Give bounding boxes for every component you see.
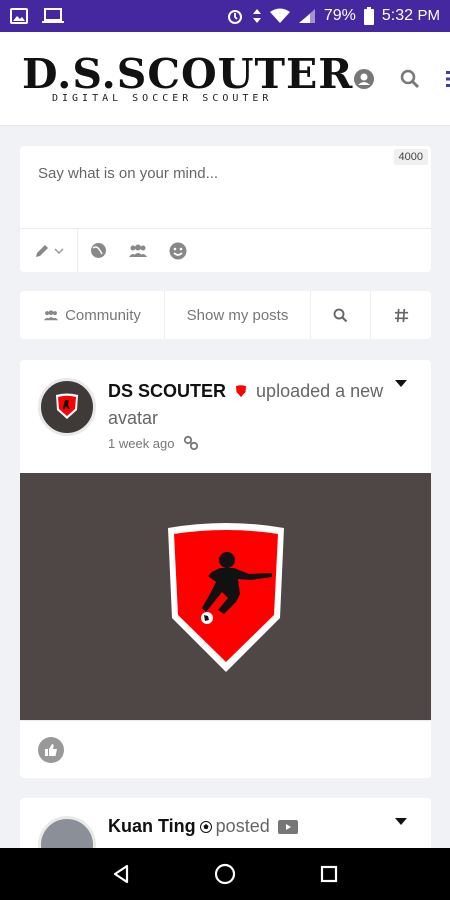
- show-my-posts-label: Show my posts: [186, 306, 289, 324]
- post-author[interactable]: DS SCOUTER: [108, 381, 226, 401]
- shield-badge-icon: [236, 385, 247, 397]
- app-header: D.S.SCOUTER DIGITAL SOCCER SCOUTER: [0, 32, 450, 126]
- emoji-button[interactable]: [158, 229, 198, 272]
- logo-tagline: DIGITAL SOCCER SCOUTER: [52, 93, 273, 104]
- post-author[interactable]: Kuan Ting: [108, 816, 196, 837]
- shield-logo-icon: [56, 393, 78, 419]
- post-timestamp[interactable]: 1 week ago: [108, 436, 175, 451]
- post-composer: Say what is on your mind... 4000: [20, 146, 431, 272]
- hamburger-menu-icon: [446, 70, 450, 87]
- hashtag-icon: [394, 308, 408, 322]
- show-my-posts-filter[interactable]: Show my posts: [165, 291, 311, 339]
- logo[interactable]: D.S.SCOUTER DIGITAL SOCCER SCOUTER: [22, 53, 353, 104]
- post-options-dropdown[interactable]: [395, 818, 407, 825]
- group-icon: [129, 244, 147, 257]
- status-bar: 79% 5:32 PM: [0, 0, 450, 32]
- link-icon[interactable]: [183, 435, 199, 451]
- audience-button[interactable]: [118, 229, 158, 272]
- battery-icon: [363, 7, 374, 25]
- like-button[interactable]: [38, 736, 64, 763]
- composer-toolbar: [20, 228, 431, 272]
- search-button[interactable]: [399, 68, 421, 90]
- community-filter[interactable]: Community: [20, 291, 165, 339]
- search-posts-button[interactable]: [311, 291, 371, 339]
- post-header: Kuan Ting posted: [108, 816, 298, 837]
- post-header: DS SCOUTER uploaded a new avatar: [108, 378, 388, 432]
- composer-input[interactable]: Say what is on your mind...: [38, 165, 218, 182]
- clock-time: 5:32: [381, 7, 414, 24]
- laptop-notification-icon: [42, 8, 64, 23]
- post-type-dropdown[interactable]: [20, 229, 78, 272]
- avatar[interactable]: [38, 378, 96, 436]
- chevron-down-icon: [53, 247, 64, 254]
- user-circle-icon: [354, 68, 375, 89]
- recents-icon[interactable]: [319, 864, 339, 884]
- battery-percent: 79%: [323, 7, 356, 24]
- privacy-button[interactable]: [78, 229, 118, 272]
- android-navigation-bar: [0, 848, 450, 900]
- post-options-dropdown[interactable]: [395, 380, 407, 387]
- post-action: posted: [215, 816, 270, 836]
- feed-filter-bar: Community Show my posts: [20, 291, 431, 339]
- clock: 5:32 PM: [382, 7, 440, 25]
- back-icon[interactable]: [111, 864, 131, 884]
- clock-ampm: PM: [417, 7, 441, 24]
- video-icon: [277, 819, 298, 834]
- signal-icon: [298, 9, 315, 23]
- search-icon: [333, 308, 348, 322]
- logo-text: D.S.SCOUTER: [22, 50, 354, 98]
- character-counter: 4000: [393, 149, 428, 165]
- post-actions: [20, 720, 431, 778]
- wifi-icon: [269, 8, 290, 23]
- post-meta: 1 week ago: [108, 435, 199, 451]
- alarm-icon: [227, 10, 242, 24]
- shield-avatar-image: [167, 522, 284, 672]
- group-icon: [43, 309, 59, 320]
- hashtag-button[interactable]: [371, 291, 431, 339]
- home-icon[interactable]: [214, 863, 236, 885]
- post-image[interactable]: [20, 473, 431, 720]
- pencil-icon: [35, 244, 48, 257]
- community-filter-label: Community: [65, 306, 141, 324]
- search-icon: [401, 69, 420, 88]
- image-notification-icon: [10, 8, 28, 24]
- smiley-icon: [169, 242, 187, 259]
- menu-button[interactable]: [445, 68, 450, 90]
- profile-button[interactable]: [353, 68, 375, 90]
- thumbs-up-icon: [45, 743, 57, 756]
- soccer-ball-icon: [199, 820, 212, 833]
- post-card: DS SCOUTER uploaded a new avatar 1 week …: [20, 360, 431, 778]
- globe-icon: [90, 243, 106, 258]
- data-arrows-icon: [252, 9, 261, 23]
